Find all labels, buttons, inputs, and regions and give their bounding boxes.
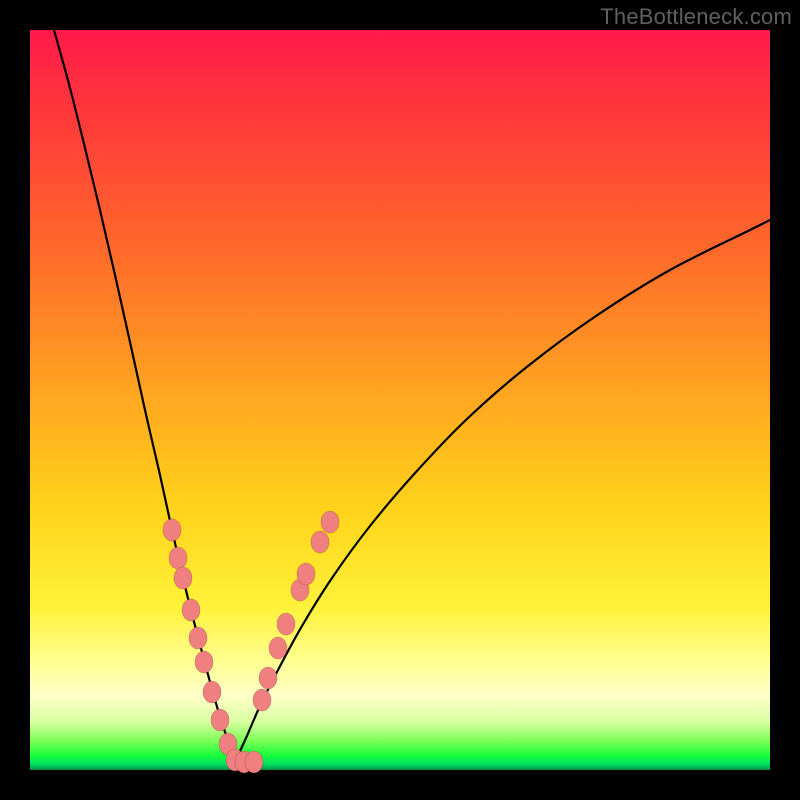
chart-frame: TheBottleneck.com bbox=[0, 0, 800, 800]
marker-point bbox=[269, 637, 287, 659]
marker-point bbox=[211, 709, 229, 731]
marker-point bbox=[189, 627, 207, 649]
marker-point bbox=[169, 547, 187, 569]
marker-point bbox=[245, 751, 263, 773]
marker-point bbox=[163, 519, 181, 541]
plot-area bbox=[30, 30, 770, 770]
marker-point bbox=[311, 531, 329, 553]
curve-layer bbox=[30, 30, 770, 770]
watermark-text: TheBottleneck.com bbox=[600, 4, 792, 30]
marker-point bbox=[253, 689, 271, 711]
marker-point bbox=[174, 567, 192, 589]
marker-point bbox=[259, 667, 277, 689]
marker-point bbox=[195, 651, 213, 673]
marker-point bbox=[297, 563, 315, 585]
marker-point bbox=[321, 511, 339, 533]
curve-right-branch bbox=[235, 220, 770, 762]
marker-point bbox=[203, 681, 221, 703]
marker-point bbox=[182, 599, 200, 621]
marker-point bbox=[277, 613, 295, 635]
